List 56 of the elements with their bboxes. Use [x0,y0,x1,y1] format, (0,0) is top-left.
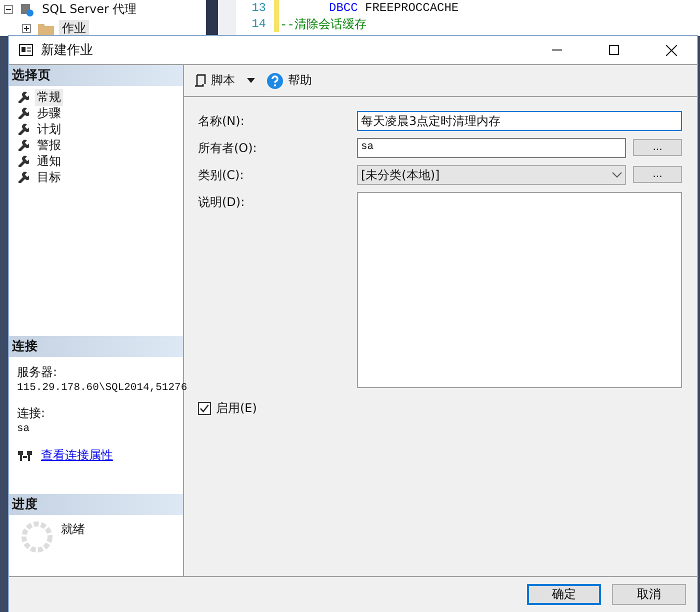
code-line: --清除会话缓存 [280,16,366,32]
server-agent-icon [20,2,34,16]
spinner-icon [21,521,53,553]
script-button[interactable]: 脚本 [192,70,237,91]
caret-icon[interactable] [247,78,255,83]
expander-icon[interactable] [22,24,31,33]
server-name: 115.29.178.60\SQL2014,51276 [17,381,188,396]
login-name: sa [17,422,30,437]
dialog-button[interactable]: 取消 [612,584,686,605]
window-icon [19,44,33,56]
wrench-icon [17,123,29,135]
server-label: 服务器: [17,365,58,380]
close-icon[interactable] [666,44,677,56]
wrench-icon [17,91,29,103]
section-header: 进度 [9,494,183,515]
chevron-icon [612,172,622,178]
connection-label: 连接: [17,406,46,421]
field-label: 类别(C): [198,167,245,184]
checkbox-label: 启用(E) [216,400,257,417]
page-item[interactable]: 步骤 [35,104,63,122]
enabled-checkbox[interactable] [198,402,211,415]
help-icon [267,72,283,88]
expander-icon[interactable] [4,5,13,14]
line-number: 13 [250,1,266,15]
wrench-icon [17,155,29,167]
wrench-icon [17,107,29,119]
page-item[interactable]: 计划 [35,120,63,138]
splitter[interactable] [206,0,218,36]
field-label: 所有者(O): [198,140,258,157]
page-item[interactable]: 警报 [35,136,63,154]
line-number: 14 [250,17,266,31]
plug-icon [17,449,33,461]
window-title: 新建作业 [41,42,93,59]
text-field[interactable]: sa [357,138,626,158]
description-field[interactable] [357,192,682,388]
field-label: 名称(N): [198,113,246,130]
connection-properties-link[interactable]: 查看连接属性 [41,449,113,461]
tree-item[interactable]: SQL Server 代理 [39,1,140,18]
page-item[interactable]: 目标 [35,168,63,186]
wrench-icon [17,171,29,183]
progress-status: 就绪 [61,521,85,538]
maximize-icon[interactable] [609,45,619,55]
page-item[interactable]: 通知 [35,152,63,170]
script-icon [194,74,206,88]
page-item[interactable]: 常规 [35,88,63,106]
help-button[interactable]: 帮助 [265,70,314,91]
category-dropdown[interactable]: [未分类(本地)] [357,165,626,185]
browse-button[interactable]: ... [633,139,682,156]
browse-button[interactable]: ... [633,166,682,183]
text-field[interactable]: 每天凌晨3点定时清理内存 [357,111,682,131]
code-line: DBCC FREEPROCCACHE [328,1,459,15]
dialog-button[interactable]: 确定 [527,584,601,605]
section-header: 连接 [9,336,183,357]
section-header: 选择页 [9,65,183,86]
wrench-icon [17,139,29,151]
field-label: 说明(D): [198,194,246,211]
